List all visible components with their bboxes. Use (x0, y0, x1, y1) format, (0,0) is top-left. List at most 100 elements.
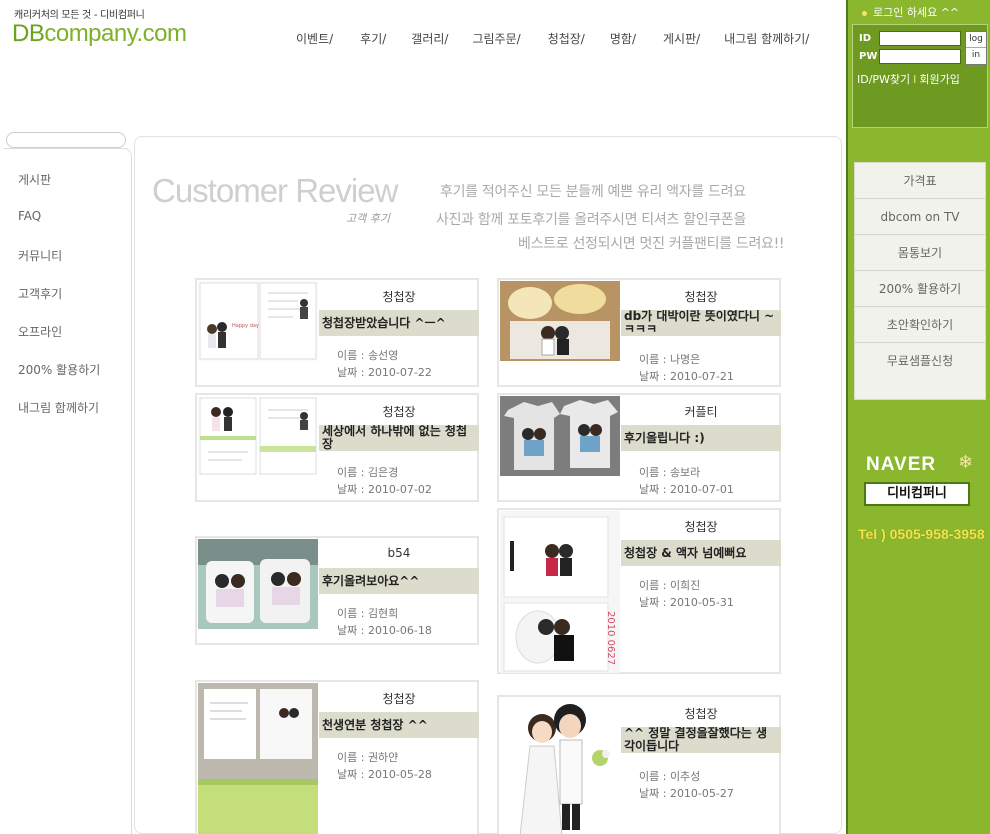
review-date: 날짜 : 2010-05-28 (337, 768, 432, 781)
review-meta: 이름 : 송보라 날짜 : 2010-07-01 (639, 464, 734, 498)
review-thumbnail[interactable] (500, 396, 620, 476)
link-separator: I (913, 73, 917, 86)
review-thumbnail[interactable] (198, 539, 318, 629)
review-category: b54 (387, 546, 411, 560)
top-nav: 이벤트/ 후기/ 갤러리/ 그림주문/ 청첩장/ 명함/ 게시판/ 내그림 함께… (296, 30, 809, 47)
nav-item-namecard[interactable]: 명함/ (610, 30, 636, 47)
review-thumbnail[interactable] (198, 396, 318, 476)
review-meta: 이름 : 권하얀 날짜 : 2010-05-28 (337, 749, 432, 783)
review-category: 청첩장 (382, 290, 416, 304)
review-category: 청첩장 (382, 692, 416, 706)
review-meta: 이름 : 김은경 날짜 : 2010-07-02 (337, 464, 432, 498)
review-thumbnail[interactable] (500, 698, 620, 834)
review-author: 이름 : 이희진 (639, 579, 701, 592)
nav-item-event[interactable]: 이벤트/ (296, 30, 333, 47)
nav-item-review[interactable]: 후기/ (360, 30, 386, 47)
review-subject[interactable]: 청첩장 & 액자 넘예뻐요 (621, 540, 781, 566)
review-subject[interactable]: ^^ 정말 결정을잘했다는 생각이듭니다 (621, 727, 781, 753)
logo-reflection: DBcompany.com (12, 31, 187, 44)
review-author: 이름 : 송선영 (337, 349, 399, 362)
review-thumbnail[interactable]: 2010 0627 (500, 511, 620, 673)
pw-label: PW (859, 51, 878, 62)
review-date: 날짜 : 2010-07-02 (337, 483, 432, 496)
review-category: 청첩장 (382, 405, 416, 419)
review-card[interactable]: 2010 0627 청첩장 청첩장 & 액자 넘예뻐요 이름 : 이희진 날짜 … (497, 508, 781, 674)
login-button[interactable]: log in (965, 31, 987, 65)
login-title: 로그인 하세요 ^^ (862, 4, 959, 20)
review-meta: 이름 : 이희진 날짜 : 2010-05-31 (639, 577, 734, 611)
review-author: 이름 : 권하얀 (337, 751, 399, 764)
review-thumbnail[interactable] (500, 281, 620, 361)
review-date: 날짜 : 2010-07-01 (639, 483, 734, 496)
left-nav-offline[interactable]: 오프라인 (18, 323, 62, 340)
password-input[interactable] (879, 49, 961, 64)
promo-line-1: 후기를 적어주신 모든 분들께 예쁜 유리 액자를 드려요 (440, 184, 746, 200)
review-subject[interactable]: 천생연분 청첩장 ^^ (319, 712, 479, 738)
svg-text:Happy day: Happy day (232, 323, 259, 329)
review-author: 이름 : 나명은 (639, 353, 701, 366)
left-nav-board[interactable]: 게시판 (18, 171, 51, 188)
review-date: 날짜 : 2010-07-21 (639, 370, 734, 383)
left-nav-faq[interactable]: FAQ (18, 209, 41, 223)
review-category: 청첩장 (684, 707, 718, 721)
promo-line-2: 사진과 함께 포토후기를 올려주시면 티셔츠 할인쿠폰을 (436, 212, 747, 228)
review-card[interactable]: 청첩장 천생연분 청첩장 ^^ 이름 : 권하얀 날짜 : 2010-05-28 (195, 680, 479, 834)
side-menu-tv[interactable]: dbcom on TV (855, 199, 985, 235)
review-subject[interactable]: 후기올려보아요^^ (319, 568, 479, 594)
join-link[interactable]: 회원가입 (919, 73, 959, 86)
review-thumbnail[interactable]: Happy day (198, 281, 318, 361)
side-menu-price[interactable]: 가격표 (855, 163, 985, 199)
find-id-pw-link[interactable]: ID/PW찾기 (857, 73, 910, 86)
review-card[interactable]: 청첩장 db가 대박이란 뜻이였다니 ~ㅋㅋㅋ 이름 : 나명은 날짜 : 20… (497, 278, 781, 387)
nav-item-together[interactable]: 내그림 함께하기/ (724, 30, 809, 47)
review-subject[interactable]: 세상에서 하나밖에 없는 청첩장 (319, 425, 479, 451)
review-author: 이름 : 김은경 (337, 466, 399, 479)
review-category: 커플티 (684, 405, 718, 419)
review-date: 날짜 : 2010-06-18 (337, 624, 432, 637)
side-menu: 가격표 dbcom on TV 몸통보기 200% 활용하기 초안확인하기 무료… (854, 162, 986, 400)
review-meta: 이름 : 김현희 날짜 : 2010-06-18 (337, 605, 432, 639)
review-card[interactable]: 커플티 후기올립니다 :) 이름 : 송보라 날짜 : 2010-07-01 (497, 393, 781, 502)
tel-number: Tel ) 0505-958-3958 (858, 526, 985, 542)
nav-item-board[interactable]: 게시판/ (663, 30, 700, 47)
review-meta: 이름 : 나명은 날짜 : 2010-07-21 (639, 351, 734, 385)
side-menu-sample[interactable]: 무료샘플신청 (855, 343, 985, 379)
left-nav-200[interactable]: 200% 활용하기 (18, 361, 100, 378)
nav-item-invitation[interactable]: 청첩장/ (548, 30, 585, 47)
left-nav-community[interactable]: 커뮤니티 (18, 247, 62, 264)
nav-item-gallery[interactable]: 갤러리/ (411, 30, 448, 47)
review-meta: 이름 : 이추성 날짜 : 2010-05-27 (639, 768, 734, 802)
review-date: 날짜 : 2010-05-31 (639, 596, 734, 609)
side-menu-draft[interactable]: 초안확인하기 (855, 307, 985, 343)
site-tagline: 캐리커처의 모든 것 - 디비컴퍼니 (14, 10, 145, 21)
review-date: 날짜 : 2010-07-22 (337, 366, 432, 379)
id-label: ID (859, 33, 872, 44)
naver-logo: NAVER (866, 454, 937, 475)
nav-item-order[interactable]: 그림주문/ (472, 30, 520, 47)
left-nav-together[interactable]: 내그림 함께하기 (18, 399, 99, 416)
review-author: 이름 : 김현희 (337, 607, 399, 620)
review-date: 날짜 : 2010-05-27 (639, 787, 734, 800)
review-card[interactable]: b54 후기올려보아요^^ 이름 : 김현희 날짜 : 2010-06-18 (195, 536, 479, 645)
review-subject[interactable]: db가 대박이란 뜻이였다니 ~ㅋㅋㅋ (621, 310, 781, 336)
naver-search-keyword[interactable]: 디비컴퍼니 (864, 482, 970, 506)
review-category: 청첩장 (684, 290, 718, 304)
login-box: ID PW log in ID/PW찾기 I 회원가입 (852, 24, 988, 128)
svg-text:2010 0627: 2010 0627 (605, 611, 616, 665)
review-card[interactable]: Happy day 청첩장 청첩장받았습니다 ^ㅡ^ 이름 : 송선영 날짜 :… (195, 278, 479, 387)
left-search-box[interactable] (6, 132, 126, 148)
review-card[interactable]: 청첩장 세상에서 하나밖에 없는 청첩장 이름 : 김은경 날짜 : 2010-… (195, 393, 479, 502)
left-nav-reviews[interactable]: 고객후기 (18, 285, 62, 302)
right-sidebar: 로그인 하세요 ^^ ID PW log in ID/PW찾기 I 회원가입 가격표 … (846, 0, 990, 834)
review-category: 청첩장 (684, 520, 718, 534)
id-input[interactable] (879, 31, 961, 46)
side-menu-200[interactable]: 200% 활용하기 (855, 271, 985, 307)
review-subject[interactable]: 청첩장받았습니다 ^ㅡ^ (319, 310, 479, 336)
review-subject[interactable]: 후기올립니다 :) (621, 425, 781, 451)
side-menu-body[interactable]: 몸통보기 (855, 235, 985, 271)
review-card[interactable]: 청첩장 ^^ 정말 결정을잘했다는 생각이듭니다 이름 : 이추성 날짜 : 2… (497, 695, 781, 834)
review-author: 이름 : 이추성 (639, 770, 701, 783)
bullet-icon (862, 10, 867, 16)
review-thumbnail[interactable] (198, 683, 318, 834)
left-nav: 게시판 FAQ 커뮤니티 고객후기 오프라인 200% 활용하기 내그림 함께하… (4, 148, 132, 834)
